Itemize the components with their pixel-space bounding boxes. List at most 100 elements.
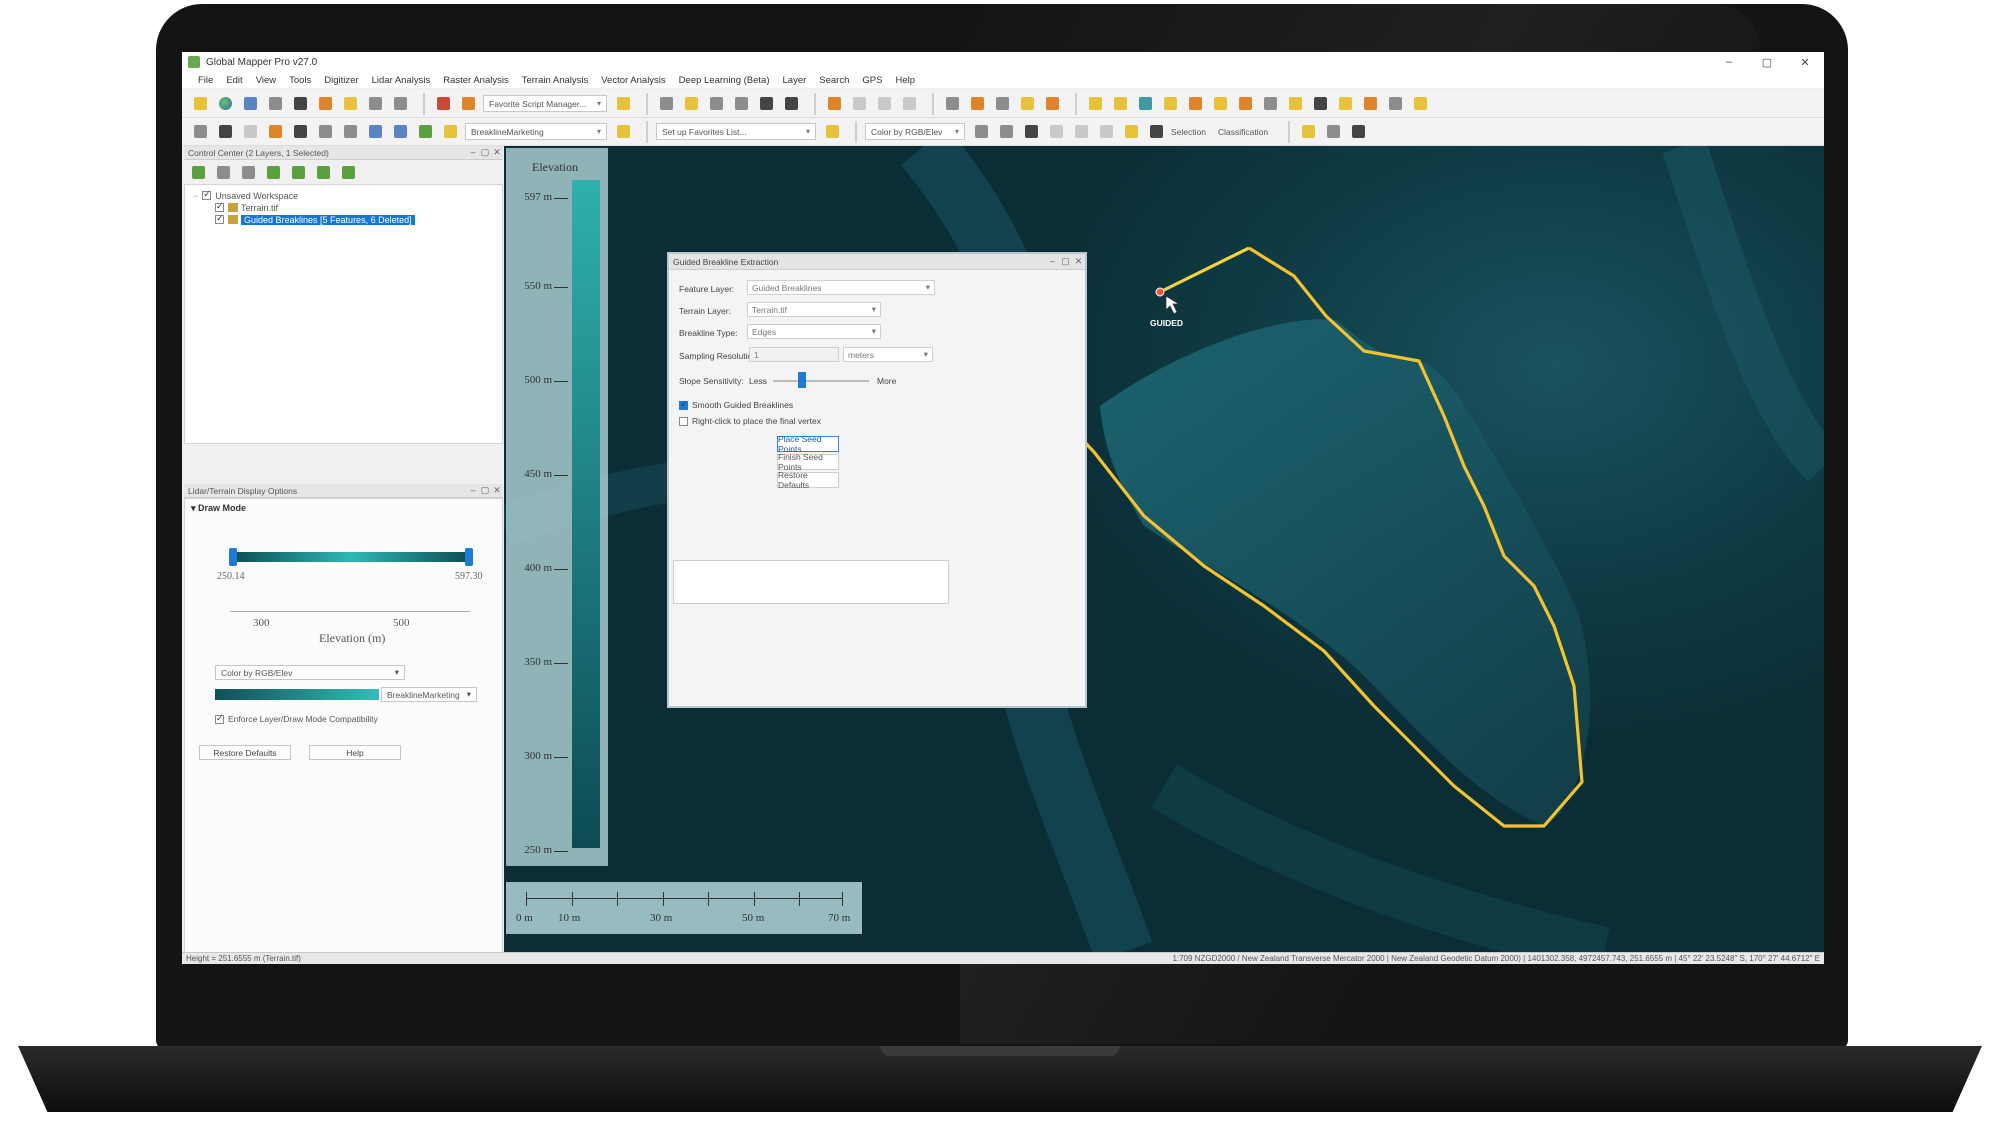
pan-hand-icon[interactable] <box>681 93 702 114</box>
layer-options-icon[interactable] <box>263 162 284 183</box>
copy-icon[interactable] <box>290 121 311 142</box>
selection-dropdown[interactable]: Selection <box>1171 127 1206 137</box>
dialog-minimize-icon[interactable]: – <box>1046 256 1059 267</box>
panel-minimize-icon[interactable]: – <box>467 485 479 496</box>
tree-icon[interactable] <box>415 121 436 142</box>
refresh-icon[interactable] <box>338 162 359 183</box>
panel-float-icon[interactable]: ▢ <box>479 147 491 158</box>
maximize-button[interactable]: ▢ <box>1748 56 1786 69</box>
filter-icon[interactable] <box>1096 121 1117 142</box>
minimize-button[interactable]: – <box>1710 56 1748 69</box>
favorites-list-combo[interactable]: Set up Favorites List... ▾ <box>656 123 816 140</box>
settings-icon[interactable] <box>1146 121 1167 142</box>
zoom-layer-icon[interactable] <box>288 162 309 183</box>
palette-icon[interactable] <box>613 121 634 142</box>
delete-icon[interactable] <box>874 93 895 114</box>
terrain-icon[interactable] <box>1335 93 1356 114</box>
menu-raster-analysis[interactable]: Raster Analysis <box>443 75 508 86</box>
breakline-icon[interactable] <box>440 121 461 142</box>
terrain-icon[interactable] <box>1360 93 1381 114</box>
rightclick-checkbox[interactable] <box>679 416 688 426</box>
terrain-icon[interactable] <box>1385 93 1406 114</box>
slope-slider-thumb[interactable] <box>797 372 806 388</box>
color-mode-combo[interactable]: Color by RGB/Elev ▾ <box>215 665 405 680</box>
table-icon[interactable] <box>265 93 286 114</box>
raster-icon[interactable] <box>1285 93 1306 114</box>
classify-icon[interactable] <box>996 121 1017 142</box>
run-script-icon[interactable] <box>613 93 634 114</box>
color-by-combo[interactable]: Color by RGB/Elev ▾ <box>865 123 965 140</box>
magnify-icon[interactable] <box>1323 121 1344 142</box>
digitize-icon[interactable] <box>942 93 963 114</box>
menu-help[interactable]: Help <box>895 75 915 86</box>
layer-checkbox[interactable] <box>215 213 224 224</box>
terrain-icon[interactable] <box>1410 93 1431 114</box>
place-seed-points-button[interactable]: Place Seed Points <box>777 434 839 454</box>
grid-icon[interactable] <box>315 121 336 142</box>
sampling-resolution-input[interactable]: 1 <box>749 347 839 362</box>
filter-icon[interactable] <box>1046 121 1067 142</box>
home-icon[interactable] <box>781 93 802 114</box>
compat-option[interactable]: Enforce Layer/Draw Mode Compatibility <box>215 713 378 724</box>
terrain-icon[interactable] <box>1135 93 1156 114</box>
contour-icon[interactable] <box>1260 93 1281 114</box>
favorite-icon[interactable] <box>458 93 479 114</box>
smooth-checkbox[interactable] <box>679 399 688 410</box>
open-folder-icon[interactable] <box>190 93 211 114</box>
measure-icon[interactable] <box>967 93 988 114</box>
table-icon[interactable] <box>238 162 259 183</box>
panel-float-icon[interactable]: ▢ <box>479 485 491 496</box>
contour-icon[interactable] <box>1235 93 1256 114</box>
pointer-icon[interactable] <box>899 93 920 114</box>
pencil-icon[interactable] <box>824 93 845 114</box>
layer-stack-icon[interactable] <box>1121 121 1142 142</box>
info-icon[interactable] <box>992 93 1013 114</box>
terrain-layer-combo[interactable]: Terrain.tif ▾ <box>747 302 881 317</box>
view-icon[interactable] <box>190 121 211 142</box>
menu-digitizer[interactable]: Digitizer <box>324 75 358 86</box>
back-arrow-icon[interactable] <box>756 93 777 114</box>
close-button[interactable]: ✕ <box>1786 56 1824 69</box>
star-icon[interactable] <box>822 121 843 142</box>
split-icon[interactable] <box>240 121 261 142</box>
run-icon[interactable] <box>215 121 236 142</box>
terrain-icon[interactable] <box>1160 93 1181 114</box>
restore-defaults-button[interactable]: Restore Defaults <box>199 745 291 760</box>
color-ramp-combo[interactable]: BreaklineMarketing ▾ <box>381 687 477 702</box>
menu-edit[interactable]: Edit <box>226 75 242 86</box>
menu-terrain-analysis[interactable]: Terrain Analysis <box>522 75 589 86</box>
min-range-handle[interactable] <box>229 548 237 566</box>
sampling-unit-combo[interactable]: meters ▾ <box>843 347 933 362</box>
feature-layer-combo[interactable]: Guided Breaklines ▾ <box>747 280 935 295</box>
edit-icon[interactable] <box>265 121 286 142</box>
select-icon[interactable] <box>849 93 870 114</box>
catalog-icon[interactable] <box>340 93 361 114</box>
terrain-icon[interactable] <box>1110 93 1131 114</box>
metadata-icon[interactable] <box>213 162 234 183</box>
capture-icon[interactable] <box>390 93 411 114</box>
menu-layer[interactable]: Layer <box>783 75 807 86</box>
finish-seed-points-button[interactable]: Finish Seed Points <box>777 452 839 472</box>
marker-icon[interactable] <box>1042 93 1063 114</box>
restore-defaults-button[interactable]: Restore Defaults <box>777 470 839 490</box>
breakline-combo[interactable]: BreaklineMarketing ▾ <box>465 123 607 140</box>
filter-icon[interactable] <box>1071 121 1092 142</box>
slope-slider-track[interactable] <box>773 380 869 382</box>
wrench-icon[interactable] <box>290 93 311 114</box>
lidar-icon[interactable] <box>365 121 386 142</box>
max-range-handle[interactable] <box>465 548 473 566</box>
menu-deep-learning[interactable]: Deep Learning (Beta) <box>679 75 770 86</box>
menu-tools[interactable]: Tools <box>289 75 311 86</box>
collapse-icon[interactable]: − <box>193 191 198 201</box>
breakline-type-combo[interactable]: Edges ▾ <box>747 324 881 339</box>
panel-close-icon[interactable]: ✕ <box>491 485 503 496</box>
help-button[interactable]: Help <box>309 745 401 760</box>
points-icon[interactable] <box>971 121 992 142</box>
layers-icon[interactable] <box>315 93 336 114</box>
workspace-checkbox[interactable] <box>202 189 212 200</box>
image-icon[interactable] <box>1298 121 1319 142</box>
layer-row[interactable]: Guided Breaklines [5 Features, 6 Deleted… <box>215 213 415 226</box>
menu-view[interactable]: View <box>256 75 276 86</box>
breakline-in-progress[interactable] <box>1159 246 1250 294</box>
rightclick-option[interactable]: Right-click to place the final vertex <box>679 416 821 426</box>
